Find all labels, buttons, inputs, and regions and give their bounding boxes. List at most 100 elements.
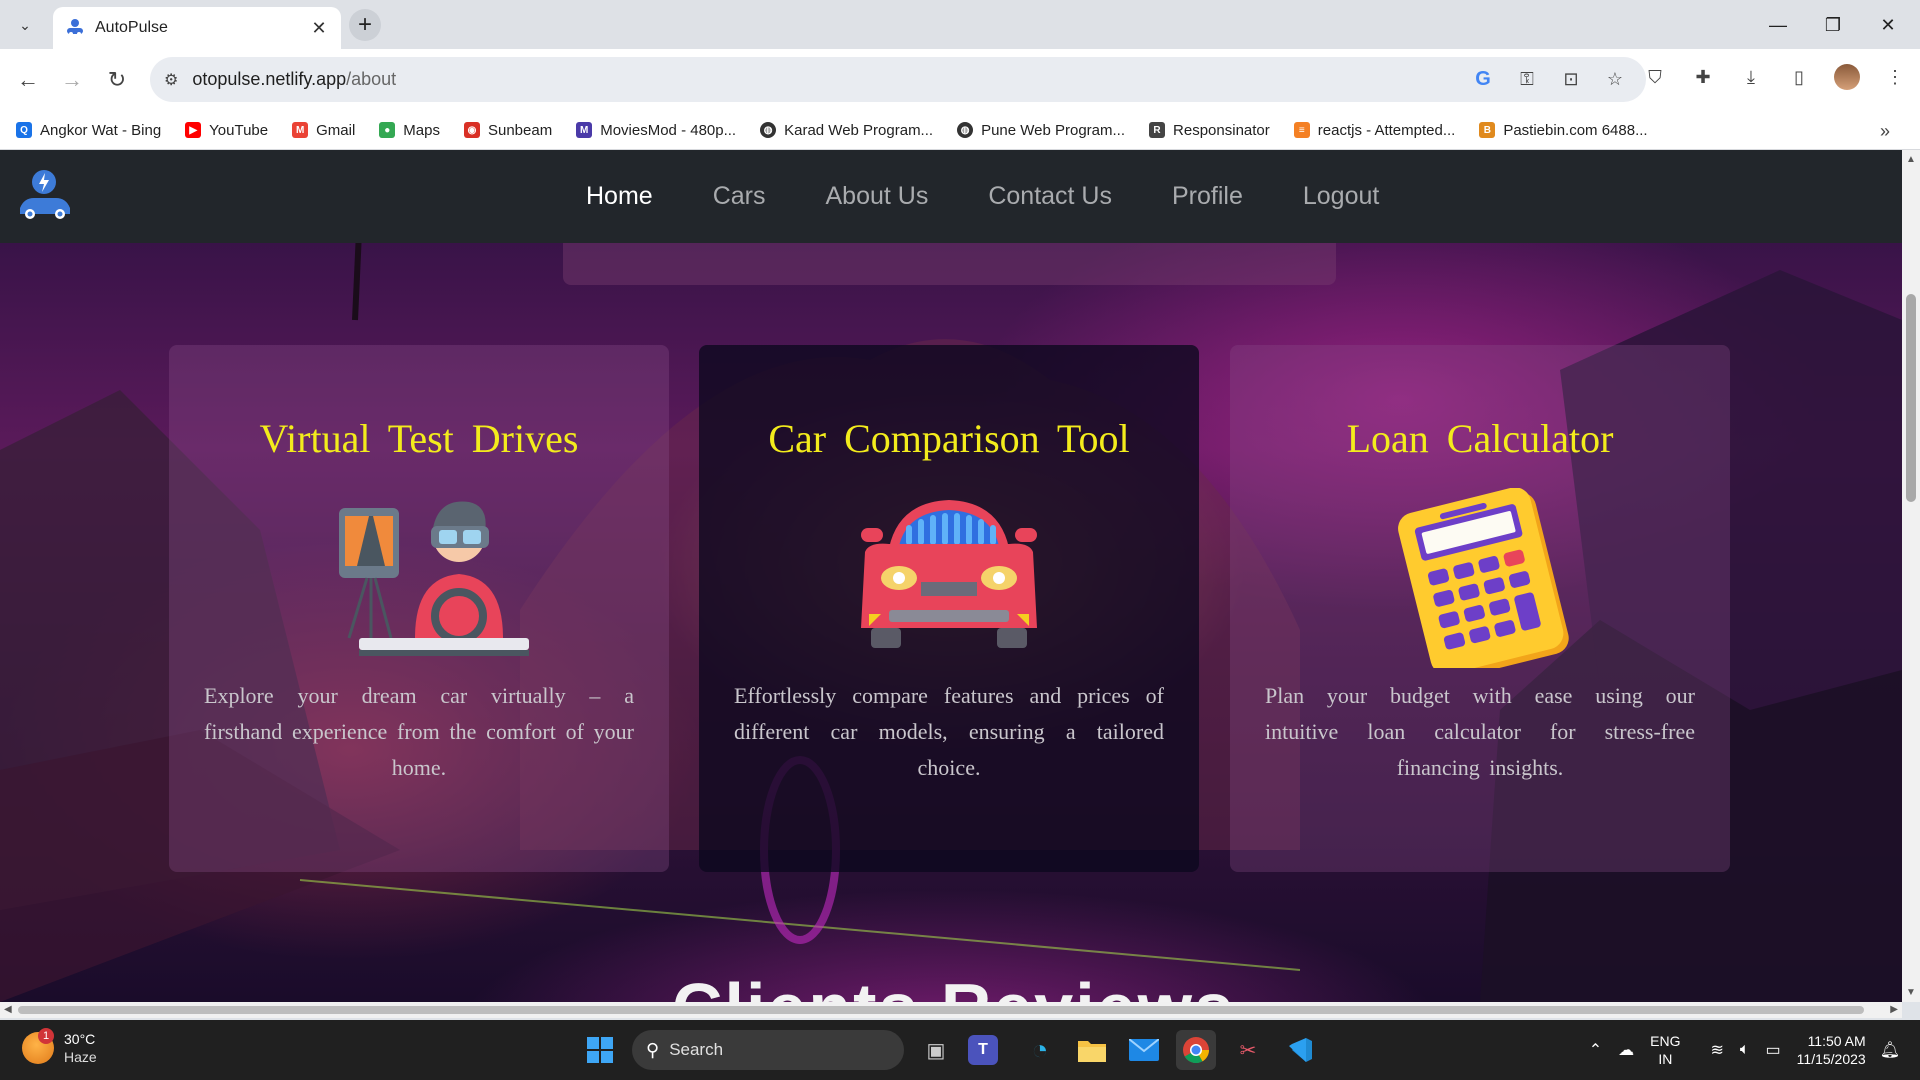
horizontal-scroll-thumb[interactable] [18,1006,1864,1014]
bookmark-item[interactable]: ▶ YouTube [185,122,268,139]
scroll-up-arrow-icon[interactable]: ▲ [1906,154,1916,165]
nav-link-about[interactable]: About Us [825,182,928,211]
bookmark-item[interactable]: B Pastiebin.com 6488... [1479,122,1648,139]
scroll-right-arrow-icon[interactable]: ▶ [1890,1004,1898,1015]
teams-icon[interactable]: T [968,1035,998,1065]
forward-arrow-icon[interactable]: → [56,64,88,96]
nav-link-contact[interactable]: Contact Us [988,182,1112,211]
bookmark-item[interactable]: M MoviesMod - 480p... [576,122,736,139]
battery-icon[interactable]: ▭ [1766,1040,1781,1060]
password-key-icon[interactable]: ⚿ [1516,69,1538,91]
snipping-tool-icon[interactable]: ✂ [1228,1030,1268,1070]
input-language-indicator[interactable]: ENG IN [1650,1032,1680,1068]
weather-temperature: 30°C [64,1031,96,1047]
windows-start-icon[interactable] [580,1030,620,1070]
chrome-menu-icon[interactable]: ⋮ [1882,64,1908,90]
site-info-icon[interactable]: ⚙ [164,70,178,90]
previous-section-panel [563,243,1336,285]
bookmark-item[interactable]: M Gmail [292,122,355,139]
bookmark-item[interactable]: ● Maps [379,122,440,139]
reload-icon[interactable]: ↻ [101,64,133,96]
chrome-icon[interactable] [1176,1030,1216,1070]
card-description: Effortlessly compare features and prices… [734,683,1164,780]
new-tab-button[interactable]: + [349,9,381,41]
bookmark-item[interactable]: ≡ reactjs - Attempted... [1293,122,1455,139]
vertical-scroll-thumb[interactable] [1906,294,1916,502]
site-navbar: Home Cars About Us Contact Us Profile Lo… [0,150,1902,243]
weather-condition: Haze [64,1049,97,1065]
maps-pin-icon: ● [379,122,396,138]
minimize-button[interactable]: — [1756,10,1800,40]
horizontal-scrollbar[interactable]: ◀ ▶ [0,1002,1902,1018]
show-hidden-icons-chevron-icon[interactable]: ⌃ [1589,1040,1602,1060]
responsinator-icon: R [1149,122,1166,138]
extensions-puzzle-icon[interactable]: ✚ [1690,64,1716,90]
card-description: Plan your budget with ease using our int… [1265,683,1695,780]
tab-search-chevron-icon[interactable]: ⌄ [12,12,38,38]
edge-browser-icon[interactable]: ◔ [1020,1030,1060,1070]
card-title: Car Comparison Tool [768,416,1130,461]
nav-link-cars[interactable]: Cars [713,182,766,211]
page-viewport: Home Cars About Us Contact Us Profile Lo… [0,150,1902,1002]
scroll-down-arrow-icon[interactable]: ▼ [1906,987,1916,998]
search-label: Search [669,1040,724,1059]
bookmarks-bar: Q Angkor Wat - Bing ▶ YouTube M Gmail ● Maps… [0,111,1920,150]
red-car-icon [861,500,1037,648]
close-window-button[interactable]: ✕ [1866,10,1910,40]
nav-link-profile[interactable]: Profile [1172,182,1243,211]
google-lens-icon[interactable]: G [1472,68,1494,91]
onedrive-cloud-icon[interactable]: ☁ [1618,1040,1634,1060]
stackoverflow-icon: ≡ [1293,122,1310,138]
weather-widget[interactable]: 1 30°C Haze [22,1028,97,1066]
notification-bell-icon[interactable]: 🔔︎ [1880,1040,1900,1060]
vscode-icon[interactable] [1280,1030,1320,1070]
gmail-icon: M [292,122,309,138]
restore-button[interactable]: ❐ [1811,10,1855,40]
nav-link-home[interactable]: Home [586,182,653,211]
shield-extension-icon[interactable]: ⛉ [1642,64,1668,90]
install-app-icon[interactable]: ⊡ [1560,69,1582,91]
task-view-icon[interactable]: ▣ [916,1030,956,1070]
side-panel-icon[interactable]: ▯ [1786,64,1812,90]
bookmark-item[interactable]: ◉ Sunbeam [463,122,552,139]
globe-icon: ◍ [760,122,777,138]
bookmark-star-icon[interactable]: ☆ [1604,69,1626,91]
feature-card-virtual-test-drives: Virtual Test Drives Explore your dream c… [169,345,669,872]
youtube-icon: ▶ [185,122,202,138]
windows-taskbar: 1 30°C Haze ⚲ Search ▣ T ◔ ✂ ⌃ ☁ ENG IN … [0,1020,1920,1080]
bookmark-item[interactable]: Q Angkor Wat - Bing [16,122,161,139]
vertical-scrollbar[interactable]: ▲ ▼ [1902,150,1920,1002]
bookmark-item[interactable]: ◍ Pune Web Program... [957,122,1125,139]
clock-time: 11:50 AM [1807,1033,1866,1049]
bookmark-item[interactable]: R Responsinator [1149,122,1270,139]
bing-search-icon: Q [16,122,32,138]
tab-close-icon[interactable]: ✕ [309,18,329,39]
system-clock[interactable]: 11:50 AM 11/15/2023 [1797,1032,1866,1068]
card-title: Loan Calculator [1346,416,1614,461]
bookmark-item[interactable]: ◍ Karad Web Program... [760,122,933,139]
browser-toolbar: ← → ↻ ⚙ otopulse.netlify.app/about G ⚿ ⊡… [0,49,1920,111]
volume-icon[interactable]: 🔈︎ [1740,1041,1750,1059]
tab-title: AutoPulse [95,19,168,36]
weather-badge: 1 [38,1028,54,1044]
autopulse-logo-icon[interactable] [14,168,74,224]
clock-date: 11/15/2023 [1796,1051,1866,1067]
moviesmod-icon: M [576,122,593,138]
address-bar[interactable]: ⚙ otopulse.netlify.app/about G ⚿ ⊡ ☆ [150,57,1646,102]
search-icon: ⚲ [646,1039,660,1060]
autopulse-favicon-icon [67,19,83,36]
wifi-icon[interactable]: ≋ [1711,1040,1724,1060]
card-title: Virtual Test Drives [259,416,579,461]
back-arrow-icon[interactable]: ← [12,64,44,96]
file-explorer-icon[interactable] [1072,1030,1112,1070]
more-bookmarks-chevron-icon[interactable]: » [1880,121,1890,142]
feature-card-loan-calculator: Loan Calculator Plan your budget with ea… [1230,345,1730,872]
downloads-icon[interactable]: ⤓ [1738,64,1764,90]
profile-avatar[interactable] [1834,64,1860,90]
nav-link-logout[interactable]: Logout [1303,182,1379,211]
taskbar-search-box[interactable]: ⚲ Search [632,1030,904,1070]
mail-icon[interactable] [1124,1030,1164,1070]
browser-tab-active[interactable]: AutoPulse ✕ [53,7,341,49]
globe-icon: ◍ [957,122,974,138]
scroll-left-arrow-icon[interactable]: ◀ [4,1004,12,1015]
